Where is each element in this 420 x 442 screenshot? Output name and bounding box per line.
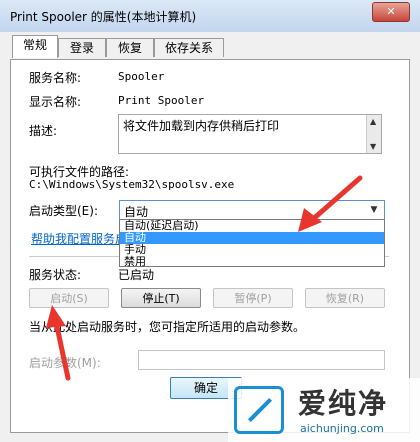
watermark-url: aichunjing.com <box>300 422 384 435</box>
startup-option-delayed[interactable]: 自动(延迟启动) <box>120 220 384 232</box>
startup-type-label: 启动类型(E): <box>29 204 98 218</box>
tab-label: 依存关系 <box>164 41 213 55</box>
startup-type-select[interactable]: 自动 ▼ <box>119 200 385 220</box>
watermark-logo-icon <box>234 386 284 434</box>
startup-type-value: 自动 <box>124 205 149 219</box>
startup-option-disabled[interactable]: 禁用 <box>120 256 384 268</box>
scroll-up-icon: ▲ <box>370 117 377 126</box>
window-title: Print Spooler 的属性(本地计算机) <box>10 10 197 24</box>
scroll-down-icon: ▼ <box>370 142 377 151</box>
start-params-hint: 当从此处启动服务时，您可指定所适用的启动参数。 <box>29 320 306 334</box>
description-box[interactable]: 将文件加载到内存供稍后打印 ▲ ▼ <box>118 114 382 154</box>
tab-general[interactable]: 常规 <box>12 35 58 58</box>
tab-label: 登录 <box>69 41 94 55</box>
startup-option-auto[interactable]: 自动 <box>120 232 384 244</box>
stop-button[interactable]: 停止(T) <box>121 288 201 308</box>
tab-dependencies[interactable]: 依存关系 <box>154 38 224 57</box>
title-bar: Print Spooler 的属性(本地计算机) ✕ <box>0 0 420 33</box>
exe-path-value: C:\Windows\System32\spoolsv.exe <box>29 178 235 191</box>
close-icon: ✕ <box>386 5 396 18</box>
start-params-input[interactable] <box>138 350 385 370</box>
startup-type-dropdown: 自动(延迟启动) 自动 手动 禁用 <box>119 219 385 268</box>
service-name-label: 服务名称: <box>29 71 82 85</box>
start-button[interactable]: 启动(S) <box>29 288 109 308</box>
tab-recovery[interactable]: 恢复 <box>106 38 154 57</box>
pause-button[interactable]: 暂停(P) <box>213 288 293 308</box>
description-label: 描述: <box>29 124 58 138</box>
watermark: 爱纯净 aichunjing.com <box>228 378 420 442</box>
startup-option-manual[interactable]: 手动 <box>120 244 384 256</box>
service-status-value: 已启动 <box>118 268 155 282</box>
tab-label: 恢复 <box>117 41 142 55</box>
service-status-label: 服务状态: <box>29 268 82 282</box>
tab-logon[interactable]: 登录 <box>58 38 106 57</box>
close-button[interactable]: ✕ <box>372 2 410 22</box>
resume-button[interactable]: 恢复(R) <box>305 288 385 308</box>
display-name-value: Print Spooler <box>118 94 205 107</box>
chevron-down-icon: ▼ <box>370 205 378 215</box>
watermark-title: 爱纯净 <box>298 387 389 420</box>
start-params-label: 启动参数(M): <box>29 356 101 370</box>
description-scrollbar[interactable]: ▲ ▼ <box>366 115 381 153</box>
tab-label: 常规 <box>22 38 47 52</box>
service-name-value: Spooler <box>118 70 165 83</box>
display-name-label: 显示名称: <box>29 95 82 109</box>
description-text: 将文件加载到内存供稍后打印 <box>123 119 280 133</box>
